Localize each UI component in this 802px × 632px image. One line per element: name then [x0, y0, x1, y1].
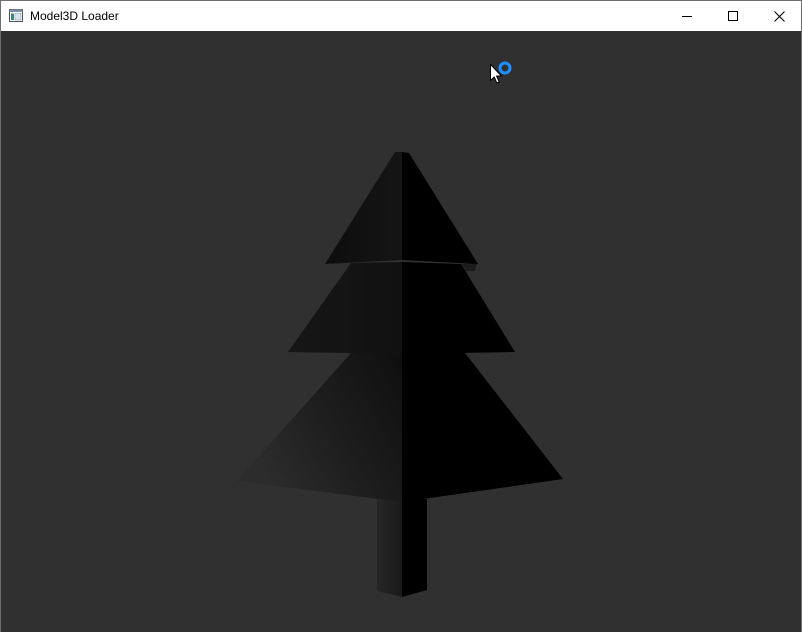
arrow-cursor-icon [490, 64, 502, 84]
window-title: Model3D Loader [30, 9, 119, 23]
tree-top-tier-right-face [402, 152, 478, 264]
close-icon [773, 10, 785, 22]
tree-bottom-tier-right-face [402, 353, 563, 502]
minimize-button[interactable] [664, 1, 710, 31]
close-button[interactable] [756, 1, 802, 31]
app-window: Model3D Loader [0, 0, 802, 632]
tree-middle-tier-right-face [402, 262, 515, 354]
window-app-icon [9, 9, 23, 22]
tree-bottom-tier-left-face [237, 353, 402, 502]
tree-middle-tier-left-face [288, 262, 402, 354]
3d-viewport[interactable] [1, 31, 801, 632]
tree-trunk-right-face [402, 499, 427, 597]
tree-trunk-left-face [377, 499, 402, 597]
tree-model [237, 152, 563, 597]
maximize-icon [728, 11, 738, 21]
minimize-icon [682, 16, 692, 17]
title-bar[interactable]: Model3D Loader [1, 1, 801, 31]
maximize-button[interactable] [710, 1, 756, 31]
tree-top-tier-left-face [325, 152, 402, 264]
